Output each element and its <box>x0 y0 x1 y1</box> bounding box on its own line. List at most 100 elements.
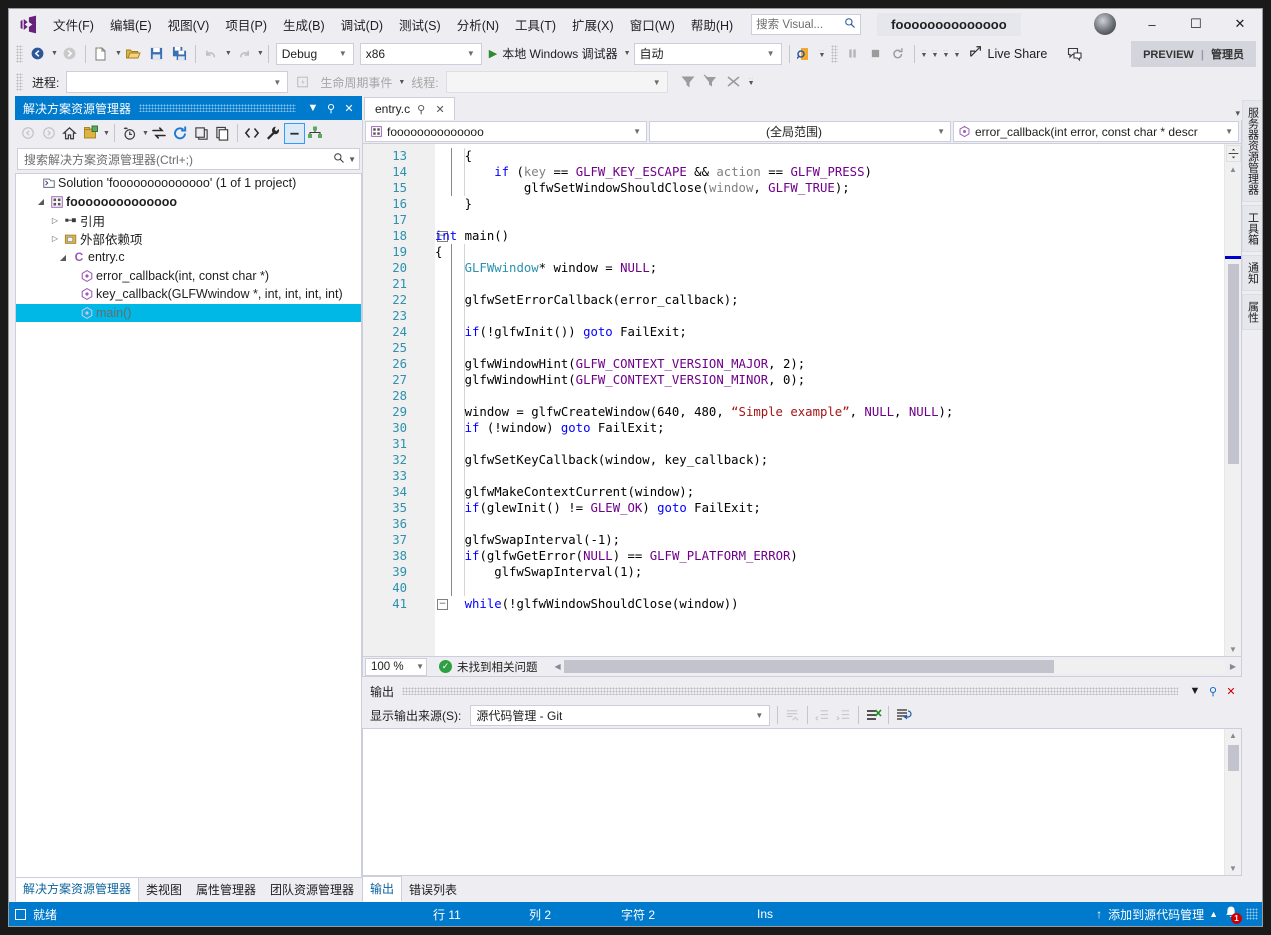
menu-edit[interactable]: 编辑(E) <box>102 11 160 38</box>
menu-file[interactable]: 文件(F) <box>45 11 102 38</box>
tree-item-error-callback[interactable]: error_callback(int, const char *) <box>16 267 361 286</box>
scroll-left-icon[interactable]: ◀ <box>552 662 564 671</box>
tree-item-project[interactable]: ◢ foooooooooooooo <box>16 193 361 212</box>
sync-with-active-document-icon[interactable] <box>149 123 170 144</box>
pending-changes-dropdown-icon[interactable]: ▼ <box>142 130 149 137</box>
rail-tab-server-explorer[interactable]: 服务器资源管理器 <box>1241 100 1262 202</box>
split-view-icon[interactable] <box>1225 145 1241 162</box>
solution-tree[interactable]: Solution 'foooooooooooooo' (1 of 1 proje… <box>15 173 362 878</box>
tree-expander[interactable]: ▷ <box>48 216 62 225</box>
pin-icon[interactable]: ⚲ <box>413 103 429 116</box>
zoom-level-combo[interactable]: 100 % ▼ <box>365 657 427 676</box>
solution-explorer-search-input[interactable]: 搜索解决方案资源管理器(Ctrl+;) ▼ <box>17 148 360 170</box>
menu-view[interactable]: 视图(V) <box>160 11 218 38</box>
menu-build[interactable]: 生成(B) <box>275 11 333 38</box>
save-all-button[interactable] <box>168 42 191 65</box>
start-debugging-button[interactable]: ▶ 本地 Windows 调试器 <box>485 42 622 65</box>
menu-help[interactable]: 帮助(H) <box>683 11 741 38</box>
scroll-up-icon[interactable]: ▲ <box>1229 165 1237 174</box>
view-code-icon[interactable] <box>242 123 263 144</box>
output-text-area[interactable]: ▲ ▼ <box>362 728 1242 876</box>
feedback-button[interactable] <box>1063 42 1086 65</box>
close-icon[interactable]: ✕ <box>1222 681 1240 701</box>
navigate-backward-button[interactable] <box>26 42 49 65</box>
solution-config-combo[interactable]: Debug ▼ <box>275 42 354 65</box>
panel-menu-icon[interactable]: ▼ <box>304 98 322 118</box>
tab-team-explorer[interactable]: 团队资源管理器 <box>263 878 361 902</box>
close-button[interactable]: ✕ <box>1218 9 1262 39</box>
tree-item-references[interactable]: ▷ 引用 <box>16 211 361 230</box>
hscroll-thumb[interactable] <box>563 660 1054 673</box>
switch-views-icon[interactable] <box>80 123 101 144</box>
start-debugging-dropdown-icon[interactable]: ▼ <box>624 50 631 57</box>
tab-solution-explorer[interactable]: 解决方案资源管理器 <box>15 876 140 902</box>
home-icon[interactable] <box>59 123 80 144</box>
add-to-source-control-button[interactable]: ↑ 添加到源代码管理 ▲ <box>1096 906 1218 923</box>
save-button[interactable] <box>145 42 168 65</box>
notifications-button[interactable]: 1 <box>1218 903 1244 925</box>
output-vertical-scrollbar[interactable]: ▲ ▼ <box>1224 729 1241 875</box>
minimize-button[interactable]: – <box>1130 9 1174 39</box>
output-drag-dots[interactable] <box>402 687 1178 695</box>
nav-project-combo[interactable]: foooooooooooooo ▼ <box>365 121 647 142</box>
undo-dropdown-icon[interactable]: ▼ <box>225 50 232 57</box>
tree-expander[interactable]: ◢ <box>56 253 70 262</box>
solution-dependencies-icon[interactable] <box>305 123 326 144</box>
resize-grip[interactable] <box>1246 908 1258 920</box>
debug-location-overflow[interactable]: ·· ▼ <box>746 76 757 87</box>
toggle-word-wrap-icon[interactable] <box>893 705 914 726</box>
vs-search-box[interactable]: 搜索 Visual... <box>751 13 862 35</box>
new-project-dropdown-icon[interactable]: ▼ <box>115 50 122 57</box>
tree-item-main[interactable]: main() <box>16 303 361 322</box>
menu-extensions[interactable]: 扩展(X) <box>564 11 622 38</box>
pin-icon[interactable]: ⚲ <box>1204 681 1222 701</box>
tab-property-manager[interactable]: 属性管理器 <box>189 878 263 902</box>
pin-icon[interactable]: ⚲ <box>322 98 340 118</box>
nav-scope-combo[interactable]: (全局范围) ▼ <box>649 121 951 142</box>
nav-member-combo[interactable]: error_callback(int error, const char * d… <box>953 121 1239 142</box>
scroll-down-icon[interactable]: ▼ <box>1229 864 1237 873</box>
debug-more-overflow[interactable]: ·· ▼ <box>952 48 963 59</box>
back-dropdown-icon[interactable]: ▼ <box>51 50 58 57</box>
menu-analyze[interactable]: 分析(N) <box>449 11 507 38</box>
tree-item-key-callback[interactable]: key_callback(GLFWwindow *, int, int, int… <box>16 285 361 304</box>
menu-window[interactable]: 窗口(W) <box>622 11 683 38</box>
menu-project[interactable]: 项目(P) <box>217 11 275 38</box>
process-combo[interactable]: ▼ <box>66 71 289 93</box>
se-search-dropdown-icon[interactable]: ▼ <box>345 155 356 164</box>
toolbar-grip-2[interactable] <box>830 44 838 63</box>
close-icon[interactable]: ✕ <box>432 103 448 116</box>
tree-expander[interactable]: ▷ <box>48 234 62 243</box>
output-source-combo[interactable]: 源代码管理 - Git ▼ <box>470 704 771 726</box>
clear-all-icon[interactable] <box>863 705 884 726</box>
code-surface[interactable]: − − 13 { 14 if (key == GLFW_KEY_ESCAPE &… <box>363 144 1241 656</box>
properties-wrench-icon[interactable] <box>263 123 284 144</box>
thread-combo[interactable]: ▼ <box>445 71 668 93</box>
code-text[interactable]: 13 { 14 if (key == GLFW_KEY_ESCAPE && ac… <box>363 144 1224 656</box>
scroll-thumb[interactable] <box>1228 745 1239 771</box>
step-into-overflow[interactable]: ·· ▼ <box>930 48 941 59</box>
tab-error-list[interactable]: 错误列表 <box>402 878 464 902</box>
new-project-button[interactable] <box>90 42 113 65</box>
step-out-overflow[interactable]: ·· ▼ <box>941 48 952 59</box>
switch-views-dropdown-icon[interactable]: ▼ <box>103 130 110 137</box>
panel-menu-icon[interactable]: ▼ <box>1186 681 1204 701</box>
scroll-thumb[interactable] <box>1228 264 1239 464</box>
step-over-overflow[interactable]: ·· ▼ <box>919 48 930 59</box>
redo-dropdown-icon[interactable]: ▼ <box>257 50 264 57</box>
tab-class-view[interactable]: 类视图 <box>139 878 189 902</box>
avatar[interactable] <box>1094 13 1116 35</box>
rail-tab-toolbox[interactable]: 工具箱 <box>1241 205 1262 252</box>
show-all-files-icon[interactable] <box>212 123 233 144</box>
tab-output[interactable]: 输出 <box>362 876 403 902</box>
close-icon[interactable]: ✕ <box>340 98 358 118</box>
scroll-down-icon[interactable]: ▼ <box>1229 645 1237 654</box>
collapse-all-icon[interactable] <box>191 123 212 144</box>
tree-expander[interactable]: ◢ <box>34 197 48 206</box>
editor-vertical-scrollbar[interactable]: ▲ ▼ <box>1224 144 1241 656</box>
open-file-button[interactable] <box>122 42 145 65</box>
debug-target-combo[interactable]: 自动 ▼ <box>633 42 782 65</box>
code-scroll-viewport[interactable]: − − 13 { 14 if (key == GLFW_KEY_ESCAPE &… <box>363 144 1224 656</box>
toolbar-grip-3[interactable] <box>16 73 23 91</box>
refresh-icon[interactable] <box>170 123 191 144</box>
